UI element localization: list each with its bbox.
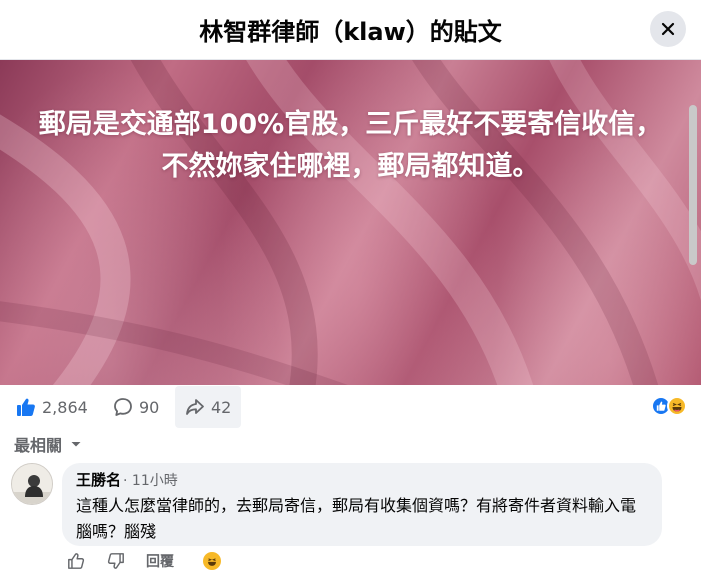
comment-bubble: 王勝名 · 11小時 這種人怎麼當律師的，去郵局寄信，郵局有收集個資嗎？有將寄件… xyxy=(62,463,662,546)
dislike-icon xyxy=(107,553,124,569)
like-icon xyxy=(68,553,85,569)
share-button[interactable]: 42 xyxy=(175,386,242,428)
dialog-header: 林智群律師（klaw）的貼文 xyxy=(0,0,701,60)
comment-button[interactable]: 90 xyxy=(113,386,159,428)
react-emoji-button[interactable] xyxy=(203,552,221,570)
scrollbar[interactable] xyxy=(689,105,697,265)
share-count: 42 xyxy=(211,397,232,417)
reply-button[interactable]: 回覆 xyxy=(146,551,174,571)
like-button[interactable]: 2,864 xyxy=(16,386,88,428)
like-count: 2,864 xyxy=(42,397,88,417)
post-image-text: 郵局是交通部100%官股，三斤最好不要寄信收信，不然妳家住哪裡，郵局都知道。 xyxy=(38,109,663,182)
like-icon xyxy=(17,398,35,416)
commenter-avatar[interactable] xyxy=(11,463,53,505)
commenter-name[interactable]: 王勝名 xyxy=(76,469,121,490)
close-button[interactable] xyxy=(650,11,686,47)
emoji-icon xyxy=(208,558,216,566)
reaction-summary[interactable] xyxy=(651,396,687,416)
comment-icon xyxy=(114,398,132,416)
comment-count: 90 xyxy=(139,397,160,417)
close-icon xyxy=(661,22,675,36)
haha-reaction-icon xyxy=(667,396,687,416)
chevron-down-icon xyxy=(71,442,81,447)
comment-actions: 回覆 xyxy=(66,550,221,572)
comment-like-button[interactable] xyxy=(66,551,86,571)
post-image[interactable]: 郵局是交通部100%官股，三斤最好不要寄信收信，不然妳家住哪裡，郵局都知道。 xyxy=(0,60,701,385)
sort-label: 最相關 xyxy=(14,436,63,455)
comment-timestamp[interactable]: · 11小時 xyxy=(123,470,178,490)
dialog-title: 林智群律師（klaw）的貼文 xyxy=(199,18,502,46)
comment-text: 這種人怎麼當律師的，去郵局寄信，郵局有收集個資嗎？有將寄件者資料輸入電腦嗎？腦殘 xyxy=(76,496,637,541)
share-icon xyxy=(186,399,204,415)
post-stats: 2,864 90 42 xyxy=(0,386,701,428)
comment-dislike-button[interactable] xyxy=(106,551,126,571)
comment-sort-dropdown[interactable]: 最相關 xyxy=(14,432,82,456)
